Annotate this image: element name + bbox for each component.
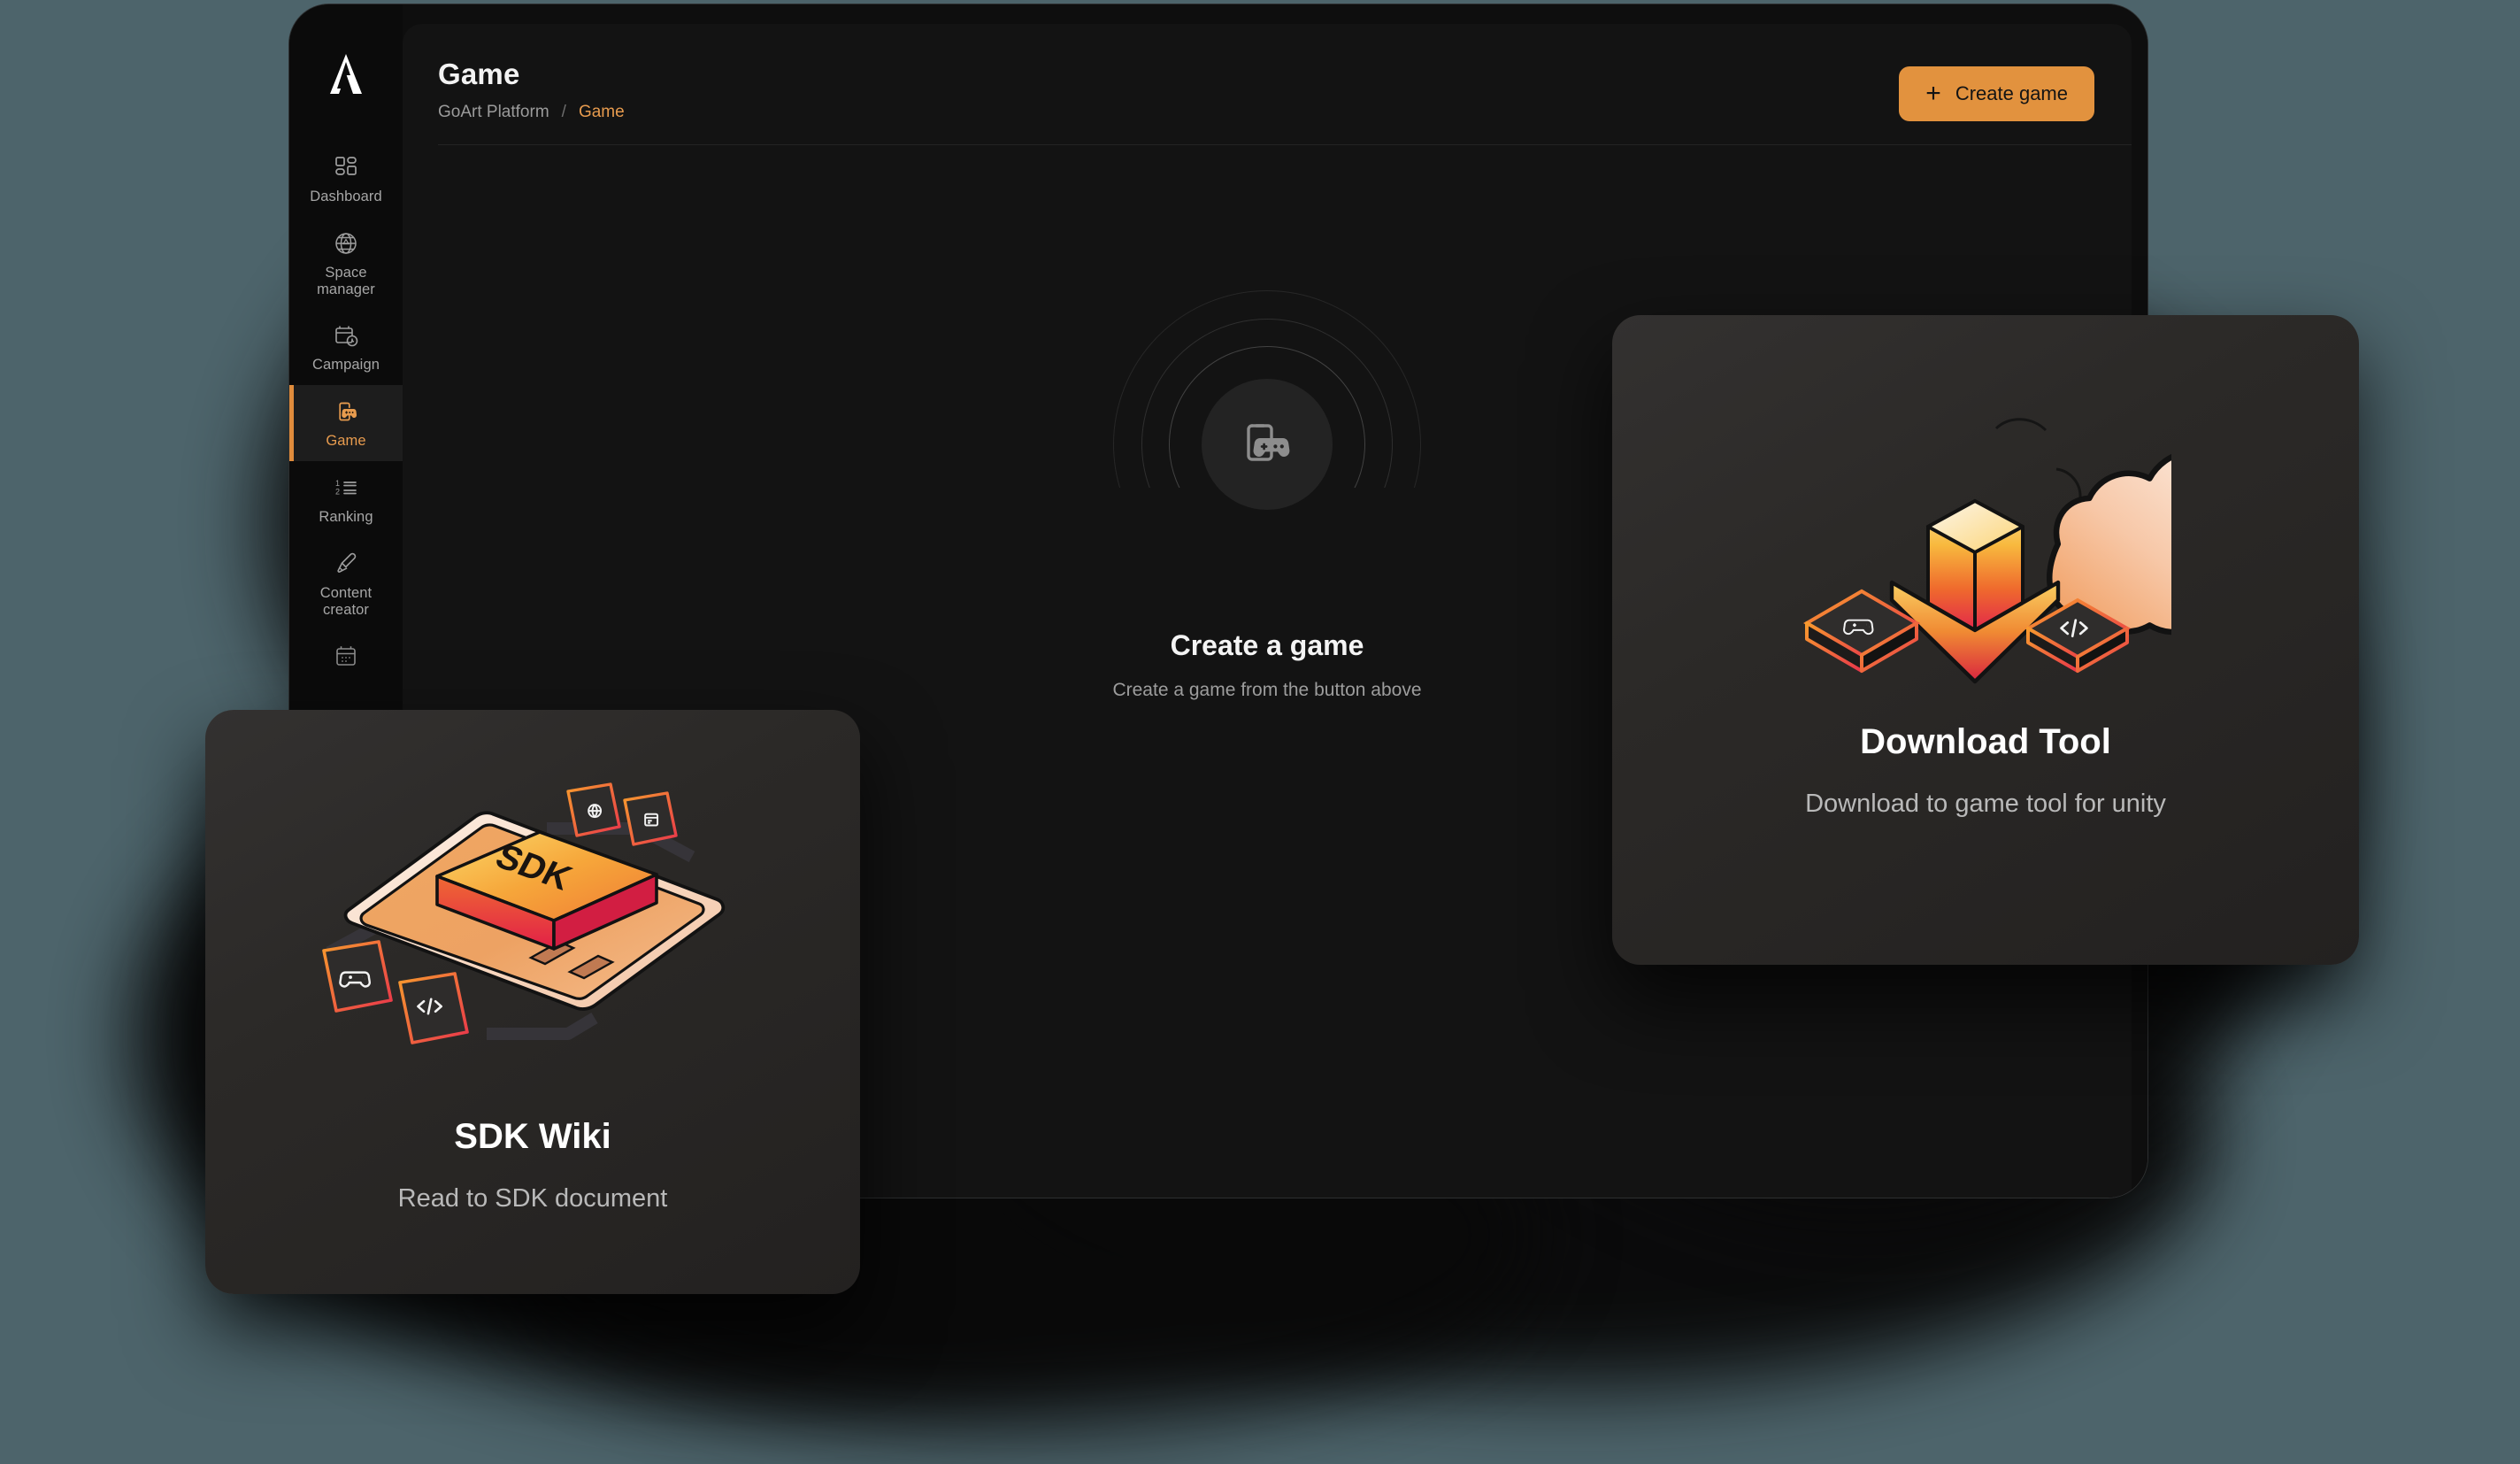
phone-gamepad-icon <box>1234 410 1300 480</box>
sidebar-nav: Dashboard Space manager Campaign Game 1 … <box>289 141 403 689</box>
ranking-list-icon: 1 2 <box>331 473 361 503</box>
sdk-wiki-card-subtitle: Read to SDK document <box>397 1184 668 1213</box>
create-game-button[interactable]: + Create game <box>1899 66 2094 121</box>
empty-state-subtitle: Create a game from the button above <box>1112 680 1422 700</box>
empty-state-title: Create a game <box>1170 629 1364 661</box>
header-divider <box>438 144 2132 145</box>
sidebar-item-label: Dashboard <box>310 189 382 204</box>
empty-state-icon-disc <box>1202 379 1333 510</box>
download-tool-card-subtitle: Download to game tool for unity <box>1805 790 2166 818</box>
sidebar-item-space-manager[interactable]: Space manager <box>289 217 403 310</box>
plus-icon: + <box>1925 79 1941 108</box>
svg-text:1: 1 <box>335 479 340 488</box>
tablet-sdk-isometric-icon: SDK <box>303 768 763 1122</box>
sidebar-item-dashboard[interactable]: Dashboard <box>289 141 403 217</box>
empty-state-rings <box>1095 289 1440 605</box>
campaign-clock-icon <box>331 320 361 351</box>
breadcrumb-root[interactable]: GoArt Platform <box>438 103 549 122</box>
sidebar-item-ranking[interactable]: 1 2 Ranking <box>289 461 403 537</box>
breadcrumb-separator: / <box>561 103 566 121</box>
download-tool-card[interactable]: Download Tool Download to game tool for … <box>1612 315 2359 965</box>
screenshot-root: Dashboard Space manager Campaign Game 1 … <box>0 0 2520 1464</box>
sidebar-item-label: Ranking <box>319 508 373 525</box>
goart-logo-icon[interactable] <box>319 47 373 102</box>
sidebar-item-campaign[interactable]: Campaign <box>289 309 403 385</box>
calendar-icon <box>331 641 361 671</box>
page-title: Game <box>438 58 520 90</box>
sidebar-item-label: Campaign <box>311 357 380 374</box>
sdk-wiki-card-title: SDK Wiki <box>454 1117 611 1156</box>
sidebar-item-game[interactable]: Game <box>289 385 403 461</box>
svg-text:2: 2 <box>335 487 340 496</box>
globe-icon <box>331 228 361 258</box>
paintbrush-icon <box>331 549 361 579</box>
breadcrumb-current: Game <box>578 103 625 121</box>
dashboard-icon <box>331 152 361 182</box>
sidebar-item-calendar[interactable] <box>289 629 403 689</box>
create-game-button-label: Create game <box>1955 82 2068 104</box>
sdk-wiki-card[interactable]: SDK SDK Wiki Read to SDK document <box>205 710 860 1294</box>
sidebar-item-label: Game <box>326 433 366 450</box>
sidebar-item-label: Space manager <box>317 264 375 297</box>
sidebar-item-content-creator[interactable]: Content creator <box>289 537 403 630</box>
download-tool-card-title: Download Tool <box>1860 722 2111 761</box>
sidebar-item-label: Content creator <box>319 584 373 618</box>
cloud-download-isometric-icon <box>1800 363 2273 717</box>
page-header: Game GoArt Platform / Game + Create game <box>403 24 2132 145</box>
breadcrumb: GoArt Platform / Game <box>438 103 2096 122</box>
game-controller-icon <box>331 397 361 427</box>
